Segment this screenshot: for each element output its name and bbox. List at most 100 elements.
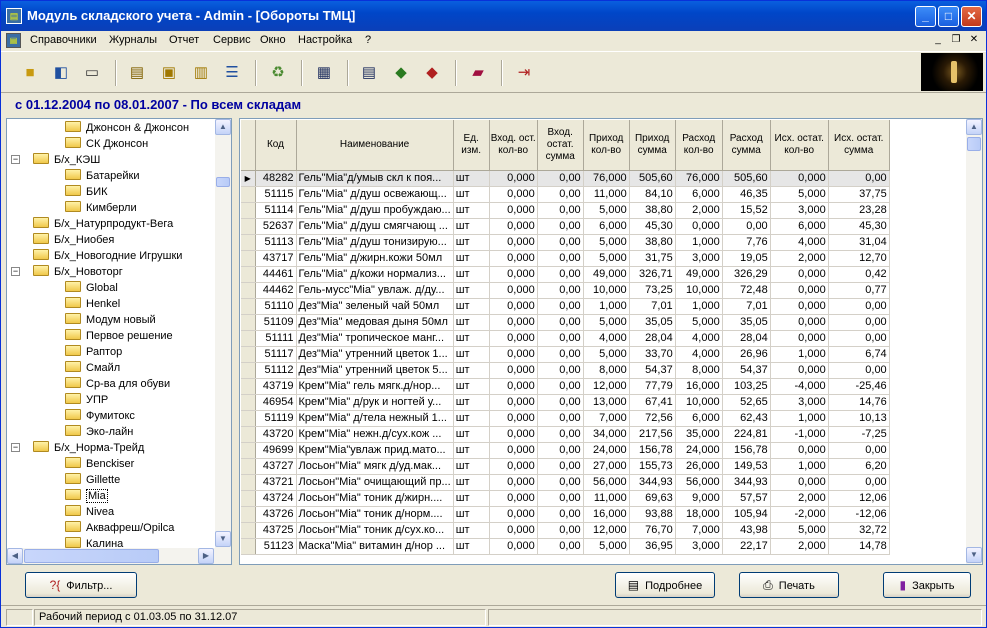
menu-spravochniki[interactable]: Справочники [30,34,97,46]
row-indicator[interactable] [241,186,256,203]
tree-item[interactable]: Модум новый [65,312,156,328]
tree-scroll-thumb[interactable] [216,177,230,187]
table-row[interactable]: 49699 Крем"Mia"увлаж прид.мато... шт 0,000 0… [241,442,890,459]
minimize-button[interactable]: _ [915,6,936,27]
table-row[interactable]: ▶ 48282 Гель"Mia"д/умыв скл к поя... шт 0,00… [241,170,890,187]
row-indicator[interactable] [241,458,256,475]
table-row[interactable]: 51123 Маска"Mia" витамин д/нор ... шт 0,000… [241,538,890,555]
table-row[interactable]: 43725 Лосьон"Mia" тоник д/сух.ко... шт 0,00… [241,522,890,539]
printer-doc-icon[interactable]: ▣ [158,62,180,84]
exit-icon[interactable]: ⇥ [513,62,535,84]
tree-item[interactable]: УПР [65,392,108,408]
tree-item[interactable]: Фумитокс [65,408,135,424]
filter-button[interactable]: ?{Фильтр... [25,572,137,598]
table-scroll-up-icon[interactable]: ▲ [966,119,982,135]
tree-item[interactable]: Gillette [65,472,120,488]
current-row-indicator-icon[interactable]: ▶ [241,170,256,187]
export-icon[interactable]: ◆ [421,62,443,84]
row-indicator[interactable] [241,330,256,347]
row-indicator[interactable] [241,266,256,283]
list-icon[interactable]: ☰ [221,62,243,84]
tree-item[interactable]: Эко-лайн [65,424,133,440]
tree-item[interactable]: Б/х_Новогодние Игрушки [33,248,182,264]
table-row[interactable]: 43719 Крем"Mia" гель мягк.д/нор... шт 0,000… [241,378,890,395]
menu-okno[interactable]: Окно [260,34,286,46]
boxes-icon[interactable]: ■ [19,62,41,84]
column-header[interactable]: Вход. ост. кол-во [489,120,538,171]
mdi-close-button[interactable]: ✕ [967,34,981,47]
table-row[interactable]: 51119 Крем"Mia" д/тела нежный 1... шт 0,000… [241,410,890,427]
menu-servis[interactable]: Сервис [213,34,251,46]
table-row[interactable]: 44461 Гель"Mia" д/кожи нормализ... шт 0,000… [241,266,890,283]
table-row[interactable]: 51112 Дез"Mia" утренний цветок 5... шт 0,00… [241,362,890,379]
app-icon[interactable]: ▤ [6,8,22,24]
column-header[interactable]: Приход сумма [629,120,676,171]
row-indicator[interactable] [241,442,256,459]
tree-item[interactable]: Б/х_Натурпродукт-Вега [33,216,173,232]
table-row[interactable]: 43726 Лосьон"Mia" тоник д/норм.... шт 0,000… [241,506,890,523]
row-indicator[interactable] [241,218,256,235]
maximize-button[interactable]: □ [938,6,959,27]
row-indicator[interactable] [241,282,256,299]
row-indicator[interactable] [241,346,256,363]
row-indicator[interactable] [241,234,256,251]
calculator-icon[interactable]: ▦ [313,62,335,84]
table-row[interactable]: 43724 Лосьон"Mia" тоник д/жирн.... шт 0,000… [241,490,890,507]
row-indicator[interactable] [241,522,256,539]
tree-item[interactable]: − Б/х_КЭШ [11,152,100,168]
tree-hscroll-thumb[interactable] [24,549,159,563]
tree-item[interactable]: Раптор [65,344,122,360]
column-header[interactable]: Расход сумма [722,120,771,171]
column-header[interactable]: Исх. остат. сумма [828,120,890,171]
import-icon[interactable]: ◆ [390,62,412,84]
document-icon[interactable]: ▤ [126,62,148,84]
table-row[interactable]: 51115 Гель"Mia" д/душ освежающ... шт 0,000 0… [241,186,890,203]
table-row[interactable]: 51117 Дез"Mia" утренний цветок 1... шт 0,00… [241,346,890,363]
table-row[interactable]: 51111 Дез"Mia" тропическое манг... шт 0,000… [241,330,890,347]
menu-otchet[interactable]: Отчет [169,34,199,46]
row-indicator[interactable] [241,426,256,443]
book-icon[interactable]: ▰ [467,62,489,84]
column-header[interactable]: Ед. изм. [453,120,490,171]
row-indicator[interactable] [241,410,256,427]
tree-item[interactable]: Benckiser [65,456,134,472]
report-icon[interactable]: ▤ [358,62,380,84]
row-indicator[interactable] [241,538,256,555]
card-icon[interactable]: ▭ [81,62,103,84]
close-window-button[interactable]: ✕ [961,6,982,27]
menu-help[interactable]: ? [365,34,371,46]
row-indicator[interactable] [241,378,256,395]
tree-item[interactable]: Аквафреш/Opilca [65,520,174,536]
table-row[interactable]: 52637 Гель"Mia" д/душ смягчающ ... шт 0,000… [241,218,890,235]
table-row[interactable]: 44462 Гель-мусс"Mia" увлаж. д/ду... шт 0,00… [241,282,890,299]
tree-item[interactable]: Ср-ва для обуви [65,376,170,392]
row-indicator[interactable] [241,298,256,315]
table-scroll-thumb[interactable] [967,137,981,151]
table-row[interactable]: 43721 Лосьон"Mia" очищающий пр... шт 0,000 0… [241,474,890,491]
tree-item[interactable]: Global [65,280,118,296]
table-row[interactable]: 43717 Гель"Mia" д/жирн.кожи 50мл шт 0,000 0,… [241,250,890,267]
print-button[interactable]: ⎙ Печать [739,572,839,598]
tree-item[interactable]: − Б/х_Новоторг [11,264,123,280]
mdi-child-icon[interactable]: ▤ [6,33,21,48]
tree-item[interactable]: Смайл [65,360,120,376]
tree-vertical-scrollbar[interactable]: ▲ ▼ [215,119,231,548]
mdi-restore-button[interactable]: ❐ [949,34,963,47]
row-indicator[interactable] [241,250,256,267]
scroll-left-icon[interactable]: ◀ [7,548,23,564]
tree-item[interactable]: Батарейки [65,168,139,184]
table-vertical-scrollbar[interactable]: ▲ ▼ [966,119,982,564]
scroll-right-icon[interactable]: ▶ [198,548,214,564]
collapse-toggle-icon[interactable]: − [11,267,20,276]
row-indicator[interactable] [241,394,256,411]
row-indicator[interactable] [241,490,256,507]
row-indicator[interactable] [241,474,256,491]
column-header[interactable]: Приход кол-во [583,120,630,171]
tree-item[interactable]: Первое решение [65,328,173,344]
table-row[interactable]: 43720 Крем"Mia" нежн.д/сух.кож ... шт 0,000… [241,426,890,443]
collapse-toggle-icon[interactable]: − [11,443,20,452]
column-header[interactable]: Расход кол-во [675,120,723,171]
tree-item[interactable]: Джонсон & Джонсон [65,120,189,136]
tree-item[interactable]: Б/х_Ниобея [33,232,114,248]
table-row[interactable]: 51110 Дез"Mia" зеленый чай 50мл шт 0,000 0,0… [241,298,890,315]
